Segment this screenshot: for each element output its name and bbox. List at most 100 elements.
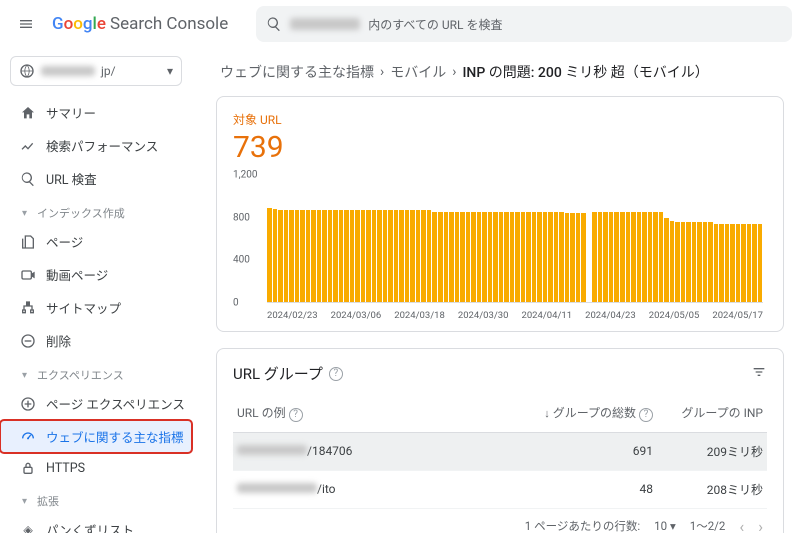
sidebar-item-page-experience[interactable]: ページ エクスペリエンス	[0, 387, 192, 420]
chart-bar	[306, 210, 311, 302]
chart-bar	[510, 212, 515, 302]
chart-bar	[421, 210, 426, 302]
chart-bar	[405, 210, 410, 302]
chart-bar	[460, 212, 465, 302]
sidebar-group-experience[interactable]: ▾エクスペリエンス	[0, 357, 192, 387]
sidebar-item-summary[interactable]: サマリー	[0, 96, 192, 129]
chart-bar	[499, 212, 504, 302]
chart-bar	[521, 212, 526, 302]
rows-per-page-select[interactable]: 10 ▾	[654, 519, 676, 533]
sidebar-item-search-performance[interactable]: 検索パフォーマンス	[0, 129, 192, 162]
help-icon[interactable]: ?	[289, 408, 303, 422]
sidebar-item-video-pages[interactable]: 動画ページ	[0, 258, 192, 291]
chart-bar	[620, 212, 625, 302]
chart-bar	[399, 210, 404, 302]
chart-bar	[758, 224, 763, 302]
sidebar-item-removals[interactable]: 削除	[0, 324, 192, 357]
chart-xtick: 2024/03/30	[458, 310, 509, 321]
sidebar-item-core-web-vitals[interactable]: ウェブに関する主な指標	[0, 420, 192, 453]
chart-bar	[559, 212, 564, 302]
hamburger-menu-button[interactable]	[8, 6, 44, 42]
chart-bar	[653, 212, 658, 302]
breadcrumb: ウェブに関する主な指標 › モバイル › INP の問題: 200 ミリ秒 超（…	[220, 62, 784, 82]
sidebar-item-label: ページ エクスペリエンス	[46, 394, 185, 413]
chart-bar	[570, 213, 575, 302]
chart-bar	[752, 224, 757, 302]
property-selector[interactable]: jp/ ▾	[10, 56, 182, 86]
chart-bar	[477, 212, 482, 302]
column-header-inp[interactable]: グループの INP	[663, 404, 763, 421]
chart-bar	[664, 218, 669, 302]
card-title: URL グループ ?	[233, 363, 343, 384]
filter-button[interactable]	[751, 364, 767, 383]
globe-icon	[19, 63, 35, 79]
cell-inp: 209ミリ秒	[663, 443, 763, 460]
table-row[interactable]: /184706 691 209ミリ秒	[233, 433, 767, 471]
sidebar-item-label: URL 検査	[46, 169, 97, 188]
chart-bar	[278, 210, 283, 302]
breadcrumb-current: INP の問題: 200 ミリ秒 超（モバイル）	[462, 62, 708, 82]
chart-bar	[581, 213, 586, 302]
chart-bar	[609, 212, 614, 302]
url-tail: /184706	[307, 444, 352, 458]
sidebar-item-pages[interactable]: ページ	[0, 225, 192, 258]
chevron-down-icon: ▾	[167, 64, 173, 78]
chart-bar	[372, 210, 377, 302]
chart-bar	[410, 210, 415, 302]
chart-bar	[719, 224, 724, 302]
sidebar-item-label: サイトマップ	[46, 298, 121, 317]
help-icon[interactable]: ?	[329, 367, 343, 381]
chart-bar	[576, 213, 581, 302]
chart-bar	[708, 222, 713, 302]
column-header-count[interactable]: ↓ グループの総数 ?	[523, 404, 663, 422]
chart-bar	[471, 212, 476, 302]
sidebar-item-sitemaps[interactable]: サイトマップ	[0, 291, 192, 324]
sidebar-item-https[interactable]: HTTPS	[0, 453, 192, 483]
url-blurred	[237, 445, 307, 455]
chart-bar	[322, 210, 327, 302]
sidebar-item-label: 動画ページ	[46, 265, 108, 284]
table-row[interactable]: /ito 48 208ミリ秒	[233, 471, 767, 509]
chart-bar	[703, 222, 708, 302]
chart-bar	[659, 212, 664, 302]
diamond-icon: ◈	[20, 522, 36, 533]
sidebar-item-url-inspect[interactable]: URL 検査	[0, 162, 192, 195]
sidebar-item-breadcrumbs[interactable]: ◈パンくずリスト	[0, 513, 192, 533]
chart-bar	[614, 212, 619, 302]
chart-ytick: 1,200	[233, 170, 257, 181]
chart-bar	[725, 224, 730, 302]
chart-xtick: 2024/04/11	[522, 310, 573, 321]
chart-bar	[444, 212, 449, 302]
chart-bar	[361, 210, 366, 302]
sort-desc-icon: ↓	[544, 407, 550, 420]
chart-bar	[532, 212, 537, 302]
metric-label: 対象 URL	[233, 111, 767, 128]
trend-icon	[20, 138, 36, 154]
chart-bar	[416, 210, 421, 302]
column-header-url[interactable]: URL の例 ?	[237, 404, 523, 422]
chart-bar	[289, 210, 294, 302]
next-page-button[interactable]: ›	[758, 517, 763, 533]
video-icon	[20, 267, 36, 283]
chart-bar	[730, 224, 735, 302]
chart-bar	[488, 212, 493, 302]
sidebar-group-enhance[interactable]: ▾拡張	[0, 483, 192, 513]
hero-card: 対象 URL 739 04008001,200 2024/02/232024/0…	[216, 96, 784, 332]
sidebar-group-index[interactable]: ▾インデックス作成	[0, 195, 192, 225]
chart-bar	[432, 212, 437, 302]
chart-bar	[366, 210, 371, 302]
filter-icon	[751, 364, 767, 380]
breadcrumb-item[interactable]: モバイル	[390, 62, 446, 82]
property-suffix: jp/	[101, 64, 116, 78]
breadcrumb-item[interactable]: ウェブに関する主な指標	[220, 62, 374, 82]
logo-suffix: Search Console	[110, 14, 228, 34]
chart-bar	[543, 212, 548, 302]
prev-page-button[interactable]: ‹	[739, 517, 744, 533]
chart-bar	[311, 210, 316, 302]
chart-bar	[714, 224, 719, 302]
chart-xtick: 2024/02/23	[267, 310, 318, 321]
chart-bar	[741, 224, 746, 302]
help-icon[interactable]: ?	[639, 408, 653, 422]
sitemap-icon	[20, 300, 36, 316]
url-inspect-search[interactable]: 内のすべての URL を検査	[256, 6, 792, 42]
